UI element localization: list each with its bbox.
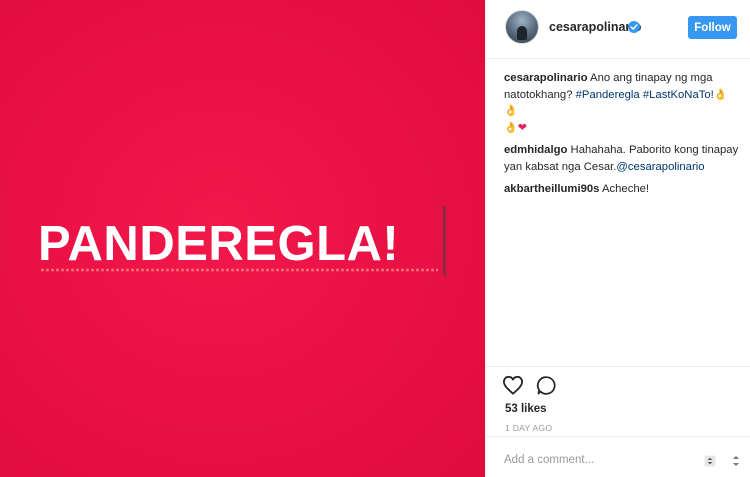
ok-hand-emoji-icon: 👌	[504, 121, 518, 134]
comment-username[interactable]: akbartheillumi90s	[504, 183, 599, 195]
hashtag-link[interactable]: #LastKoNaTo!	[643, 89, 714, 101]
post-image[interactable]: PANDEREGLA!	[0, 0, 485, 477]
comment-input[interactable]	[504, 451, 694, 469]
comment-text: Acheche!	[599, 183, 650, 195]
caption-comment: cesarapolinario Ano ang tinapay ng mga n…	[504, 70, 740, 136]
list-item: akbartheillumi90s Acheche!	[504, 181, 740, 198]
mention-link[interactable]: @cesarapolinario	[616, 161, 704, 173]
add-comment-bar	[486, 436, 750, 477]
avatar[interactable]	[505, 10, 539, 44]
red-heart-emoji-icon: ❤	[517, 121, 527, 134]
verified-badge-icon	[628, 21, 640, 33]
chevron-down-icon[interactable]	[732, 454, 740, 472]
post-timestamp[interactable]: 1 DAY AGO	[505, 423, 552, 433]
comments-list: cesarapolinario Ano ang tinapay ng mga n…	[504, 70, 740, 204]
image-text: PANDEREGLA!	[38, 217, 400, 271]
follow-button[interactable]: Follow	[688, 16, 737, 39]
instagram-post: PANDEREGLA! cesarapolinario cesarapolina…	[0, 0, 750, 477]
spellcheck-underline	[40, 268, 438, 272]
heart-outline-icon[interactable]	[502, 375, 524, 400]
post-actions: 53 likes 1 DAY AGO	[486, 366, 750, 433]
more-options-icon[interactable]	[704, 454, 716, 467]
list-item: edmhidalgo Hahahaha. Paborito kong tinap…	[504, 142, 740, 175]
comment-username[interactable]: cesarapolinario	[504, 72, 588, 84]
likes-count[interactable]: 53 likes	[505, 403, 547, 415]
speech-bubble-icon[interactable]	[536, 375, 557, 401]
post-details-panel: cesarapolinario cesarapolinario Ano ang …	[485, 0, 750, 477]
comment-username[interactable]: edmhidalgo	[504, 144, 567, 156]
text-cursor	[443, 206, 446, 276]
hashtag-link[interactable]: #Panderegla	[576, 89, 640, 101]
